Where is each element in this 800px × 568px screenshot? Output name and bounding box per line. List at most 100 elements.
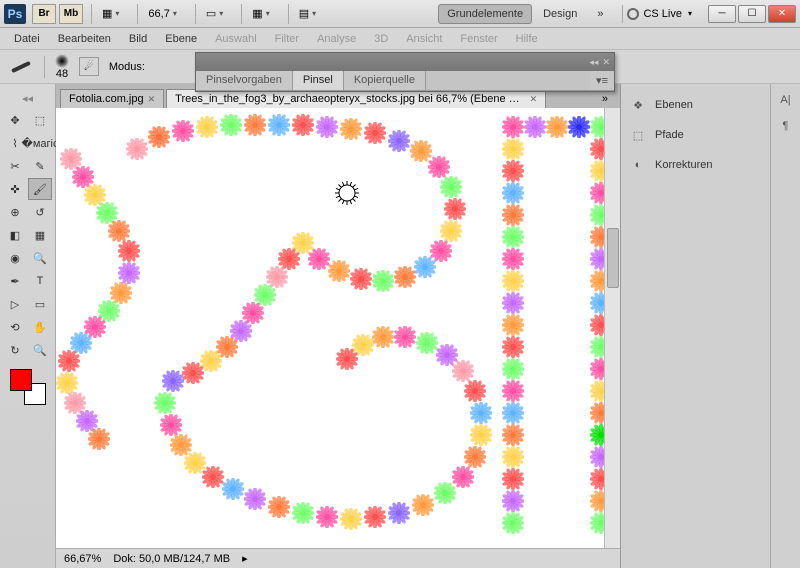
tabs-overflow[interactable]: »: [594, 90, 616, 108]
eraser-tool[interactable]: ◧: [3, 224, 27, 246]
eyedropper-tool[interactable]: ✎: [28, 155, 52, 177]
menu-datei[interactable]: Datei: [6, 31, 48, 47]
status-docinfo[interactable]: Dok: 50,0 MB/124,7 MB: [113, 553, 230, 565]
brush-stroke-flower: [502, 248, 524, 270]
brush-tool[interactable]: 🖌: [28, 178, 52, 200]
layers-icon: ❖: [629, 96, 647, 114]
blur-tool[interactable]: ◉: [3, 247, 27, 269]
crop-tool[interactable]: ✂: [3, 155, 27, 177]
brush-stroke-flower: [364, 122, 386, 144]
brush-stroke-flower: [590, 358, 604, 380]
close-icon[interactable]: ✕: [148, 94, 156, 105]
3d-tool[interactable]: ⟲: [3, 316, 27, 338]
workspace-grundelemente[interactable]: Grundelemente: [438, 4, 532, 24]
vertical-scrollbar[interactable]: [604, 108, 620, 548]
path-select-tool[interactable]: ▷: [3, 293, 27, 315]
brush-stroke-flower: [196, 116, 218, 138]
healing-tool[interactable]: ✜: [3, 178, 27, 200]
tab-pinsel[interactable]: Pinsel: [293, 71, 344, 90]
screen-mode-dropdown[interactable]: ▭: [201, 4, 234, 24]
brush-stroke-flower: [546, 116, 568, 138]
tab-kopierquelle[interactable]: Kopierquelle: [344, 71, 426, 90]
toolbox-collapse-icon[interactable]: ◂◂: [3, 92, 52, 105]
panel-ebenen[interactable]: ❖Ebenen: [625, 90, 766, 120]
brush-stroke-flower: [394, 266, 416, 288]
hand-tool[interactable]: ✋: [28, 316, 52, 338]
menu-auswahl[interactable]: Auswahl: [207, 31, 265, 47]
status-arrow-icon[interactable]: ▸: [242, 552, 248, 565]
brush-stroke-flower: [58, 350, 80, 372]
stamp-tool[interactable]: ⊕: [3, 201, 27, 223]
brush-stroke-flower: [590, 160, 604, 182]
paragraph-panel-icon[interactable]: ¶: [783, 120, 789, 132]
brush-stroke-flower: [502, 468, 524, 490]
brush-stroke-flower: [590, 402, 604, 424]
window-close[interactable]: ✕: [768, 5, 796, 23]
canvas[interactable]: [56, 108, 604, 548]
panel-korrekturen[interactable]: ◐Korrekturen: [625, 150, 766, 180]
app-icon: Ps: [4, 4, 26, 24]
brush-stroke-flower: [394, 326, 416, 348]
brush-cursor: [334, 180, 360, 206]
brush-stroke-flower: [244, 114, 266, 136]
brush-stroke-flower: [372, 326, 394, 348]
panel-close-icon[interactable]: ✕: [602, 57, 610, 68]
character-panel-icon[interactable]: A|: [780, 94, 790, 106]
brush-stroke-flower: [412, 494, 434, 516]
brush-stroke-flower: [590, 314, 604, 336]
foreground-color[interactable]: [10, 369, 32, 391]
bridge-button[interactable]: Br: [32, 4, 56, 24]
menu-filter[interactable]: Filter: [267, 31, 307, 47]
panel-collapse-icon[interactable]: ◂◂: [589, 57, 598, 68]
brush-stroke-flower: [590, 226, 604, 248]
menu-analyse[interactable]: Analyse: [309, 31, 364, 47]
brush-stroke-flower: [428, 156, 450, 178]
history-brush-tool[interactable]: ↺: [28, 201, 52, 223]
minibridge-button[interactable]: Mb: [59, 4, 83, 24]
menu-3d[interactable]: 3D: [366, 31, 396, 47]
window-maximize[interactable]: ☐: [738, 5, 766, 23]
move-tool[interactable]: ✥: [3, 109, 27, 131]
workspace-more[interactable]: »: [588, 4, 612, 24]
menu-bearbeiten[interactable]: Bearbeiten: [50, 31, 119, 47]
menu-fenster[interactable]: Fenster: [452, 31, 505, 47]
status-zoom[interactable]: 66,67%: [64, 553, 101, 565]
gradient-tool[interactable]: ▦: [28, 224, 52, 246]
brush-panel-toggle[interactable]: ☄: [79, 57, 99, 76]
color-swatches[interactable]: [10, 369, 46, 405]
panel-menu-icon[interactable]: ▾≡: [590, 71, 614, 90]
extras-dropdown[interactable]: ▦: [247, 4, 280, 24]
zoom-tool[interactable]: 🔍: [28, 339, 52, 361]
menu-ansicht[interactable]: Ansicht: [398, 31, 450, 47]
brush-stroke-flower: [502, 138, 524, 160]
rotate-view-tool[interactable]: ↻: [3, 339, 27, 361]
menu-bild[interactable]: Bild: [121, 31, 155, 47]
floating-brush-panel[interactable]: ◂◂ ✕ Pinselvorgaben Pinsel Kopierquelle ▾…: [195, 52, 615, 92]
brush-stroke-flower: [590, 468, 604, 490]
brush-preset-picker[interactable]: 48: [55, 54, 69, 80]
cslive-icon: [627, 8, 639, 20]
shape-tool[interactable]: ▭: [28, 293, 52, 315]
marquee-tool[interactable]: ⬚: [28, 109, 52, 131]
guides-dropdown[interactable]: ▤: [294, 4, 327, 24]
window-minimize[interactable]: ─: [708, 5, 736, 23]
doc-arrange-dropdown[interactable]: ▦: [97, 4, 130, 24]
panel-pfade[interactable]: ⬚Pfade: [625, 120, 766, 150]
close-icon[interactable]: ✕: [530, 94, 538, 105]
menu-ebene[interactable]: Ebene: [157, 31, 205, 47]
zoom-dropdown[interactable]: 66,7: [143, 4, 187, 24]
dodge-tool[interactable]: 🔍: [28, 247, 52, 269]
cs-live-button[interactable]: CS Live▾: [622, 5, 700, 23]
pen-tool[interactable]: ✒: [3, 270, 27, 292]
current-tool-icon[interactable]: [8, 54, 34, 80]
doc-tab-inactive[interactable]: Fotolia.com.jpg✕: [60, 89, 164, 108]
workspace-design[interactable]: Design: [534, 4, 586, 24]
tab-pinselvorgaben[interactable]: Pinselvorgaben: [196, 71, 293, 90]
scrollbar-thumb[interactable]: [607, 228, 619, 288]
quick-select-tool[interactable]: �магic: [28, 132, 52, 154]
brush-stroke-flower: [292, 502, 314, 524]
menu-hilfe[interactable]: Hilfe: [508, 31, 546, 47]
type-tool[interactable]: T: [28, 270, 52, 292]
brush-stroke-flower: [502, 512, 524, 534]
adjustments-icon: ◐: [629, 156, 647, 174]
